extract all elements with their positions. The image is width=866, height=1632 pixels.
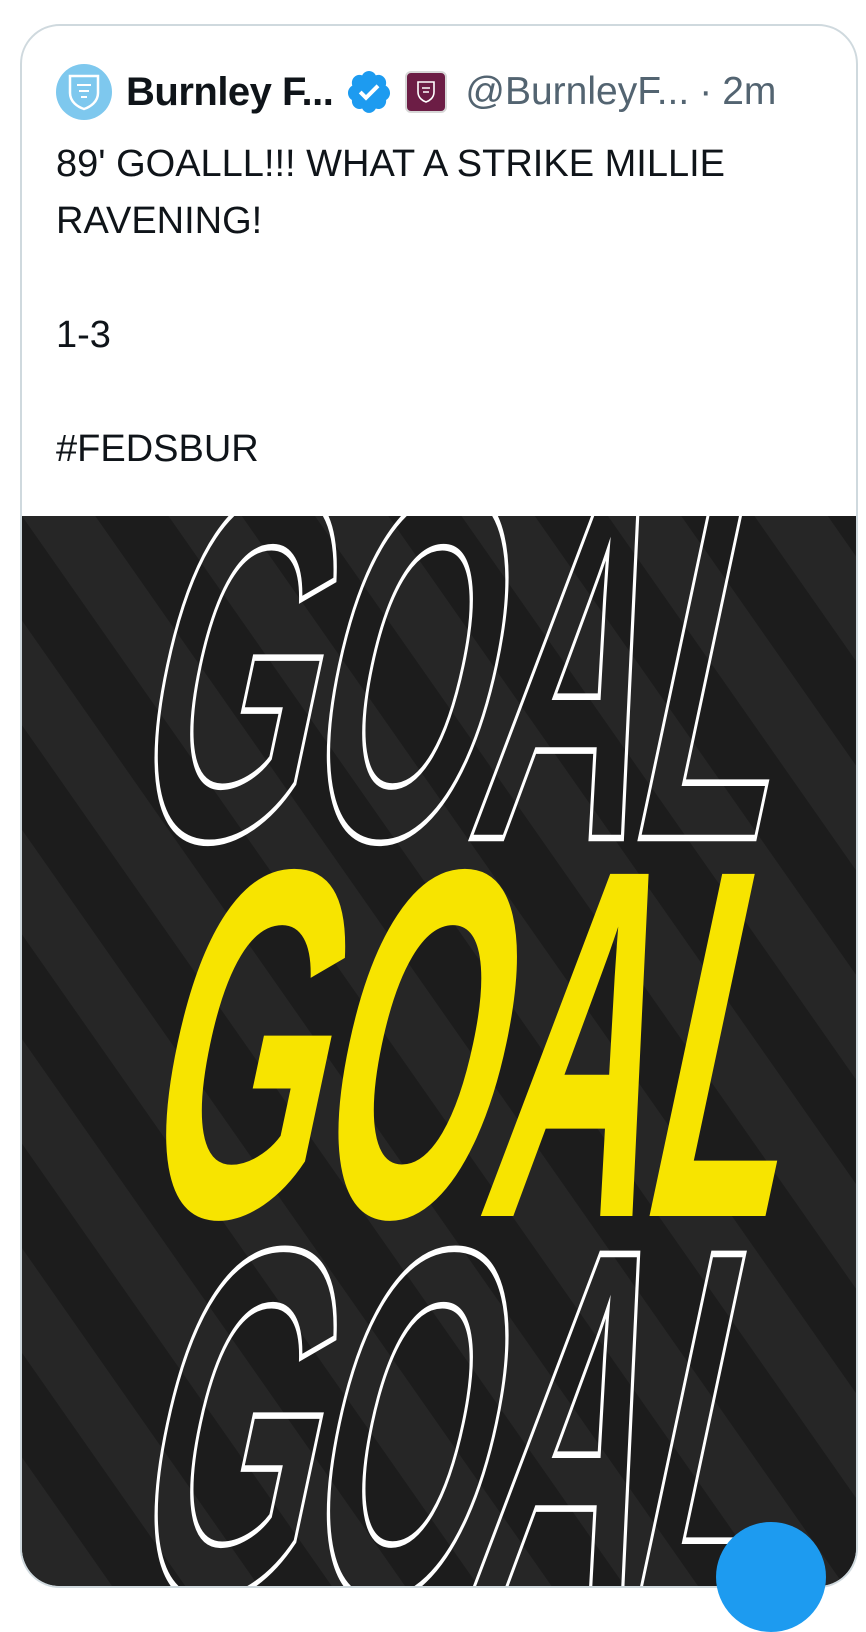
club-crest-icon [68,74,100,111]
tweet-line: 89' GOALLL!!! WHAT A STRIKE MILLIE RAVEN… [56,143,725,242]
timestamp[interactable]: 2m [722,70,776,114]
hashtag[interactable]: #FEDSBUR [56,421,846,478]
crest-mark [417,81,436,103]
verified-badge-icon [348,71,391,113]
tweet-image[interactable]: GOAL GOAL GOAL [22,516,856,1586]
club-crest-affiliate-icon[interactable] [405,71,448,113]
handle[interactable]: @BurnleyF... [465,70,689,114]
tweet-header: Burnley F... @BurnleyF... · 2m [56,64,836,120]
tweet-line: 1-3 [56,314,111,356]
goal-outline-bottom: GOAL [99,1147,854,1586]
tweet-text: 89' GOALLL!!! WHAT A STRIKE MILLIE RAVEN… [56,136,846,478]
avatar[interactable] [56,64,112,120]
compose-button[interactable] [716,1522,826,1632]
separator-dot: · [699,70,713,113]
display-name[interactable]: Burnley F... [126,70,334,115]
tweet-card[interactable]: Burnley F... @BurnleyF... · 2m 89' GOALL… [20,24,858,1588]
goal-graphic: GOAL GOAL GOAL [22,516,856,1586]
